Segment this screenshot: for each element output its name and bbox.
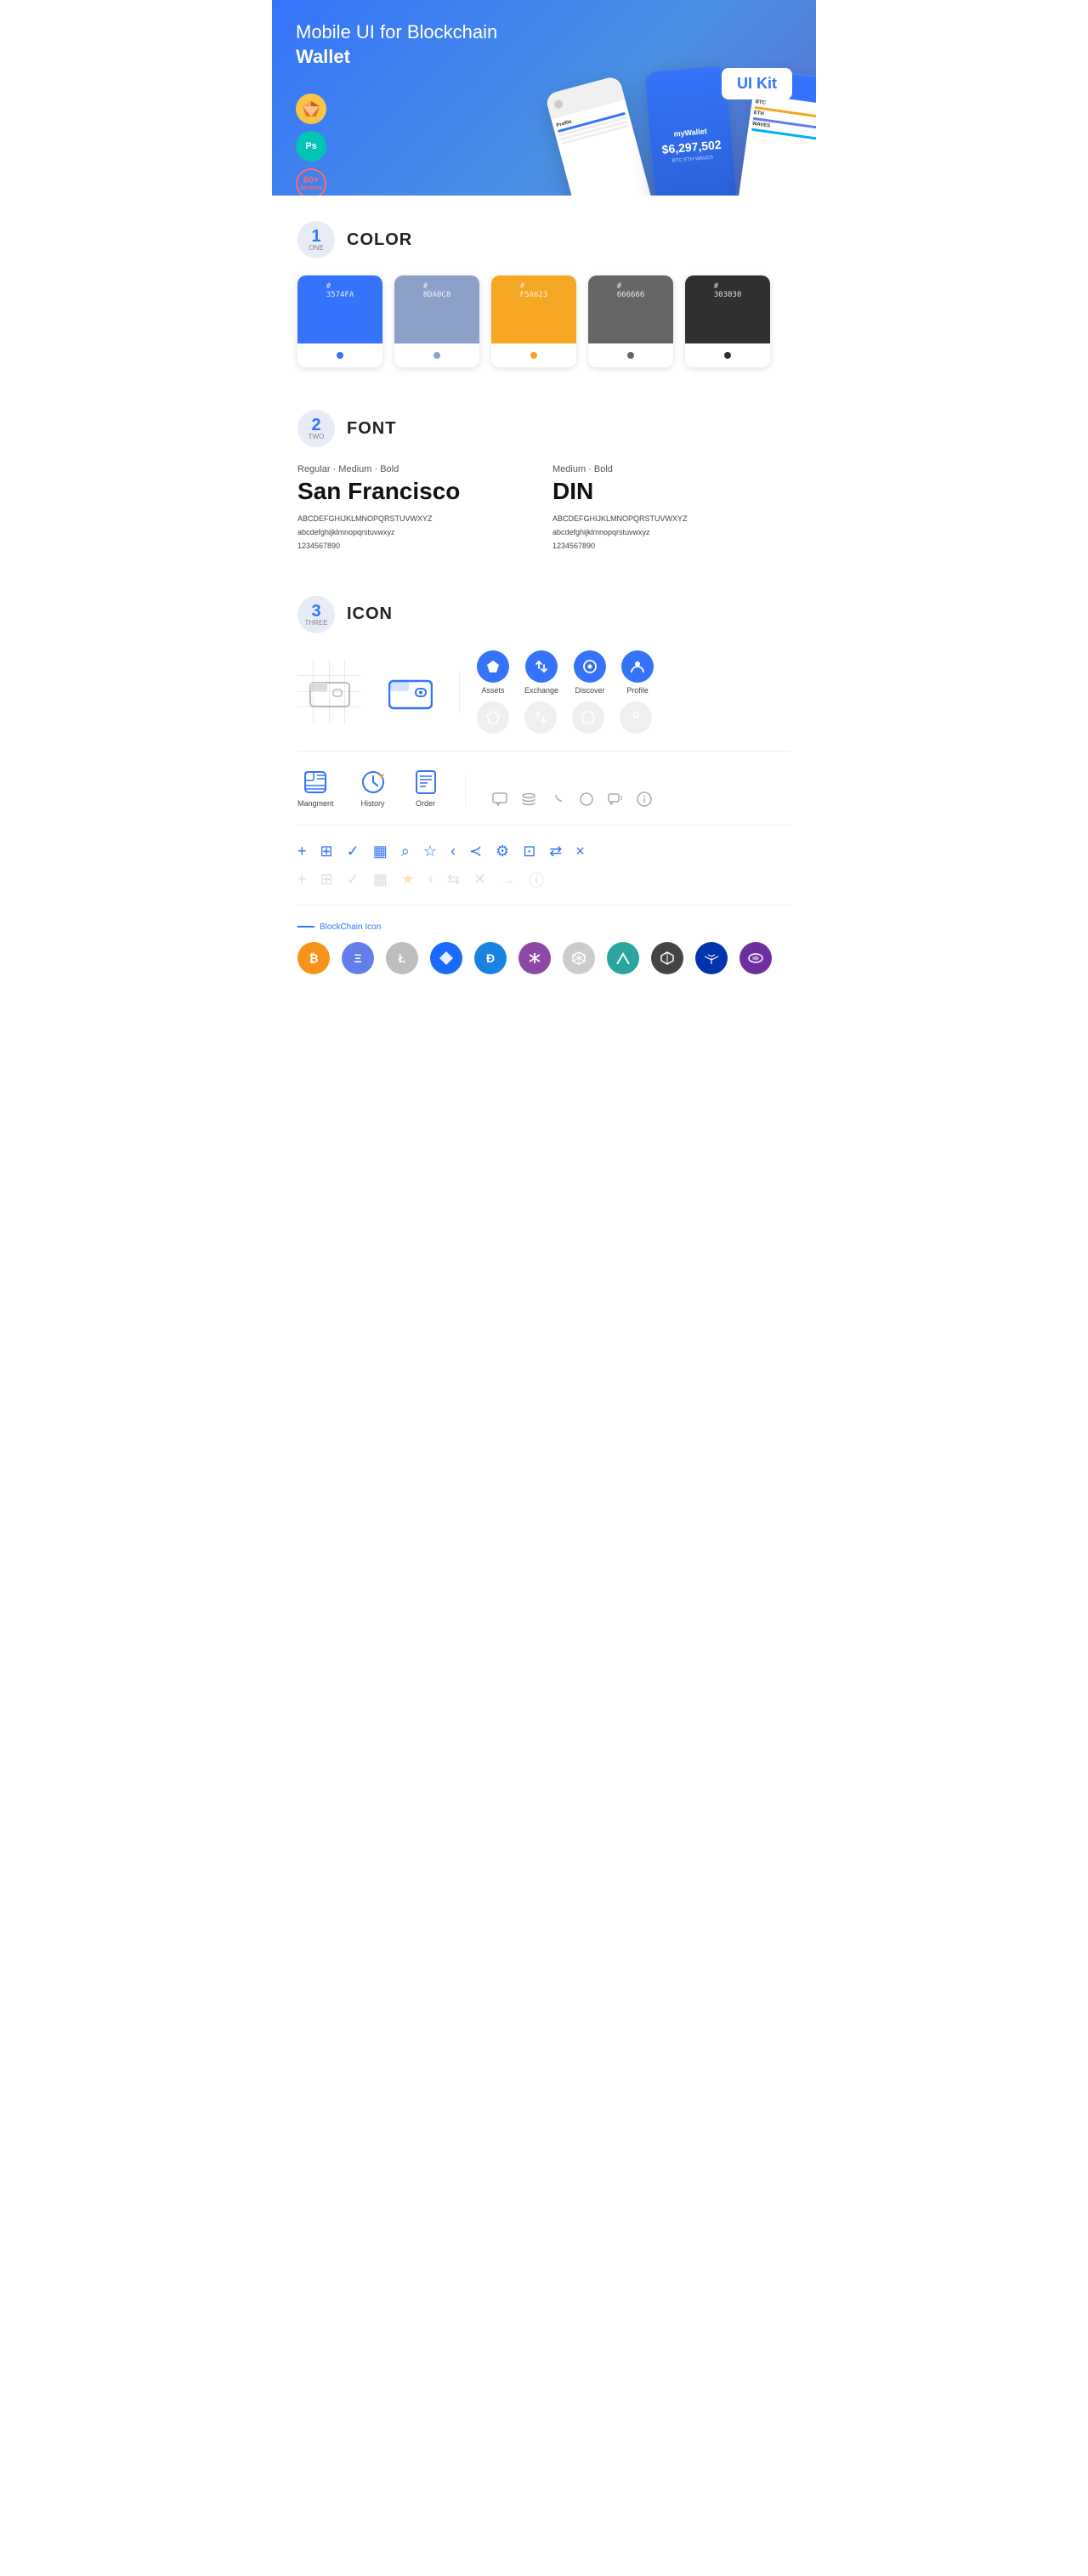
- grid-coin: [563, 942, 595, 974]
- management-icon: Mangment: [298, 769, 334, 808]
- settings-icon: ⚙: [496, 843, 509, 860]
- font-din: Medium · Bold DIN ABCDEFGHIJKLMNOPQRSTUV…: [552, 464, 790, 553]
- search-icon: ⌕: [401, 843, 410, 860]
- ps-badge: Ps: [296, 131, 326, 162]
- section-num-3: 3 THREE: [298, 596, 335, 633]
- chat-icon: [491, 791, 508, 808]
- waves-coin: [607, 942, 639, 974]
- arrow-ghost-icon: →: [500, 871, 515, 888]
- discover-icon-nav: Discover: [574, 650, 606, 695]
- crypto-coins-row: ₿ Ξ Ł Ð: [298, 942, 790, 974]
- dash-coin: Ð: [474, 942, 507, 974]
- circle-icon: [578, 791, 595, 808]
- close-icon: ×: [575, 843, 585, 860]
- font-sf: Regular · Medium · Bold San Francisco AB…: [298, 464, 536, 553]
- icon-divider-1: [298, 751, 790, 752]
- sketch-badge: [296, 94, 326, 124]
- swatch-orange: #F5A623: [491, 275, 576, 367]
- swatch-blue: #3574FA: [298, 275, 382, 367]
- qr-icon: ▦: [373, 843, 388, 860]
- bitcoin-coin: ₿: [298, 942, 330, 974]
- history-icon: History: [360, 769, 387, 808]
- order-icon: Order: [412, 769, 439, 808]
- info-ghost-icon: ⓘ: [529, 869, 544, 891]
- profile-icon-nav: Profile: [621, 650, 654, 695]
- wallet-filled-icon: [378, 660, 442, 723]
- exchange-icon-nav: Exchange: [524, 650, 558, 695]
- zcash-coin: [518, 942, 551, 974]
- share-ghost-icon: ⇆: [447, 871, 460, 888]
- color-swatches: #3574FA #8DA0C8 #F5A623 #666666 #303030: [298, 275, 790, 367]
- blockchain-label: BlockChain Icon: [298, 922, 790, 932]
- swatch-dark: #303030: [685, 275, 770, 367]
- font-grid: Regular · Medium · Bold San Francisco AB…: [298, 464, 790, 553]
- moon-icon: [549, 791, 566, 808]
- hero-section: Mobile UI for Blockchain Wallet UI Kit P…: [272, 0, 816, 196]
- plus-ghost-icon: +: [298, 871, 307, 888]
- share-icon: ≺: [469, 843, 482, 860]
- section-num-1: 1 ONE: [298, 221, 335, 258]
- plus-icon: +: [298, 843, 307, 860]
- color-label: COLOR: [347, 230, 412, 250]
- matic-coin: [695, 942, 728, 974]
- assets-icon-nav: Assets: [477, 650, 509, 695]
- icon-label: ICON: [347, 604, 393, 624]
- grid-ghost-icon: ⊞: [320, 871, 333, 888]
- font-section-header: 2 TWO FONT: [298, 410, 790, 447]
- tool-icons-row: + ⊞ ✓ ▦ ⌕ ☆ ‹ ≺ ⚙ ⊡ ⇄ ×: [298, 843, 790, 860]
- hero-badges: Ps 60+ Screens: [296, 94, 326, 196]
- font-label: FONT: [347, 419, 396, 439]
- blockchain-line: [298, 926, 314, 928]
- tool-icons-ghost-row: + ⊞ ✓ ▦ ★ ‹ ⇆ ✕ → ⓘ: [298, 869, 790, 891]
- swatch-slate: #8DA0C8: [394, 275, 479, 367]
- info-icon: [636, 791, 653, 808]
- grid-icon: ⊞: [320, 843, 333, 860]
- icon-section-header: 3 THREE ICON: [298, 596, 790, 633]
- unknown-coin-1: [430, 942, 462, 974]
- screens-badge: 60+ Screens: [296, 168, 326, 196]
- color-section-header: 1 ONE COLOR: [298, 221, 790, 258]
- ui-kit-badge: UI Kit: [722, 68, 792, 99]
- bottom-nav-icons: Mangment History Order: [298, 769, 790, 808]
- litecoin-coin: Ł: [386, 942, 418, 974]
- ethereum-coin: Ξ: [342, 942, 374, 974]
- star-filled-icon: ★: [401, 871, 415, 888]
- message-icon: [607, 791, 624, 808]
- color-section: 1 ONE COLOR #3574FA #8DA0C8 #F5A623 #666…: [272, 196, 816, 384]
- back-ghost-icon: ‹: [428, 871, 434, 888]
- discover-icon-ghost: [572, 701, 604, 734]
- icon-divider-2: [298, 825, 790, 826]
- x-ghost-icon: ✕: [473, 871, 486, 888]
- font-section: 2 TWO FONT Regular · Medium · Bold San F…: [272, 384, 816, 570]
- check-icon: ✓: [347, 843, 360, 860]
- check-ghost-icon: ✓: [347, 871, 360, 888]
- export-icon: ⊡: [523, 843, 536, 860]
- back-icon: ‹: [450, 843, 456, 860]
- swatch-gray: #666666: [588, 275, 673, 367]
- section-num-2: 2 TWO: [298, 410, 335, 447]
- swap-icon: ⇄: [549, 843, 562, 860]
- exchange-icon-ghost: [524, 701, 557, 734]
- stack-icon: [520, 791, 537, 808]
- assets-icon-ghost: [477, 701, 509, 734]
- star-icon: ☆: [423, 843, 437, 860]
- kyber-coin: [651, 942, 683, 974]
- wallet-wireframe-icon: [298, 660, 361, 723]
- nav-icons-group: Assets Exchange Discover: [477, 650, 654, 734]
- icon-section: 3 THREE ICON: [272, 570, 816, 991]
- hero-title: Mobile UI for Blockchain Wallet: [296, 20, 534, 69]
- qr-ghost-icon: ▦: [373, 871, 388, 888]
- sushiswap-coin: [740, 942, 772, 974]
- icon-main-row: Assets Exchange Discover: [298, 650, 790, 734]
- profile-icon-ghost: [620, 701, 652, 734]
